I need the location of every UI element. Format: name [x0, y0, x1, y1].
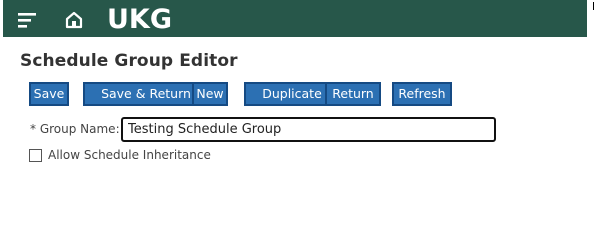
home-icon[interactable]	[63, 9, 85, 31]
top-nav-bar: UKG	[3, 0, 587, 37]
ukg-logo-text: UKG	[107, 4, 172, 34]
ukg-logo: UKG	[107, 2, 179, 35]
group-name-label: * Group Name:	[30, 122, 120, 136]
refresh-button[interactable]: Refresh	[392, 82, 452, 106]
group-name-input[interactable]	[121, 117, 496, 142]
page-title: Schedule Group Editor	[20, 51, 238, 71]
allow-inheritance-checkbox[interactable]	[29, 149, 42, 162]
save-and-return-button[interactable]: Save & Return	[83, 82, 209, 106]
allow-inheritance-label[interactable]: Allow Schedule Inheritance	[48, 148, 211, 162]
save-button[interactable]: Save	[29, 82, 69, 106]
new-button[interactable]: New	[192, 82, 228, 106]
menu-icon[interactable]	[18, 12, 38, 29]
return-button[interactable]: Return	[325, 82, 381, 106]
window-edge-marker	[593, 2, 594, 10]
